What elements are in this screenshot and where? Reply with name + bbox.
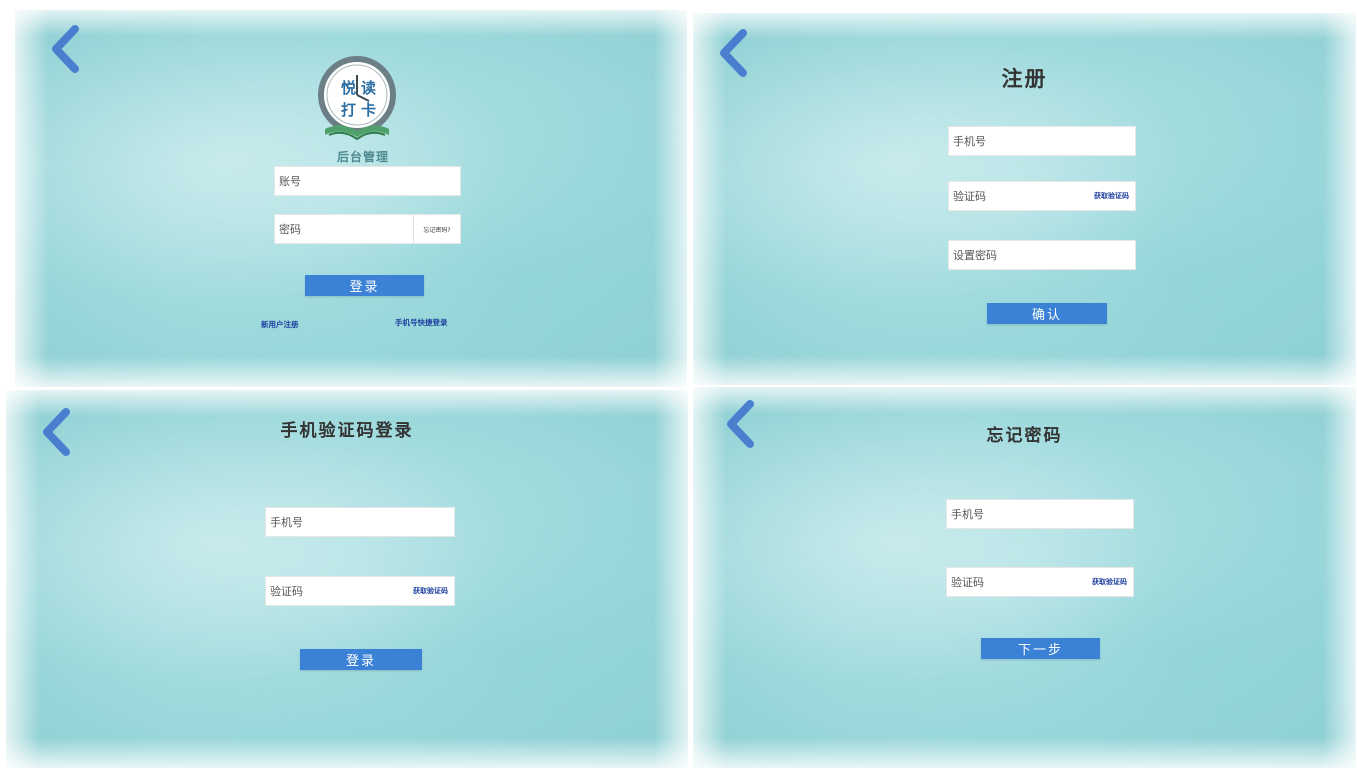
account-placeholder: 账号	[279, 175, 301, 188]
password-placeholder: 密码	[279, 223, 301, 236]
logo-char-2: 读	[361, 79, 376, 97]
forgot-password-panel: 忘记密码 手机号 验证码 获取验证码 下一步	[693, 387, 1356, 768]
password-placeholder: 设置密码	[953, 249, 997, 262]
sms-login-panel: 手机验证码登录 手机号 验证码 获取验证码 登录	[6, 390, 688, 768]
logo-clock-book-icon: 悦 读 打 卡	[318, 56, 396, 141]
phone-placeholder: 手机号	[953, 135, 986, 148]
phone-login-link[interactable]: 手机号快捷登录	[395, 317, 448, 328]
get-code-button[interactable]: 获取验证码	[413, 586, 448, 596]
password-input[interactable]: 设置密码	[948, 240, 1136, 270]
logo-subtitle: 后台管理	[337, 150, 390, 164]
code-placeholder: 验证码	[953, 190, 986, 203]
logo-char-3: 打	[341, 101, 356, 119]
page-title: 手机验证码登录	[280, 421, 414, 441]
code-input[interactable]: 验证码 获取验证码	[265, 576, 455, 606]
code-placeholder: 验证码	[270, 585, 303, 598]
code-placeholder: 验证码	[951, 576, 984, 589]
phone-input[interactable]: 手机号	[946, 499, 1134, 529]
code-input[interactable]: 验证码 获取验证码	[948, 181, 1136, 211]
login-button[interactable]: 登录	[300, 649, 422, 670]
password-input[interactable]: 密码 忘记密码?	[274, 214, 461, 244]
register-link[interactable]: 新用户注册	[261, 319, 299, 330]
next-button[interactable]: 下一步	[981, 638, 1100, 659]
get-code-button[interactable]: 获取验证码	[1092, 577, 1127, 587]
page-title: 注册	[1001, 67, 1048, 91]
phone-input[interactable]: 手机号	[265, 507, 455, 537]
back-arrow-icon[interactable]	[48, 24, 82, 74]
login-panel: 悦 读 打 卡 后台管理 账号 密码 忘记密码? 登录 新用户注册 手机号快捷登…	[15, 10, 687, 387]
account-input[interactable]: 账号	[274, 166, 461, 196]
phone-input[interactable]: 手机号	[948, 126, 1136, 156]
get-code-button[interactable]: 获取验证码	[1094, 191, 1129, 201]
register-panel: 注册 手机号 验证码 获取验证码 设置密码 确认	[693, 13, 1356, 385]
code-input[interactable]: 验证码 获取验证码	[946, 567, 1134, 597]
page-title: 忘记密码	[986, 426, 1063, 446]
confirm-button[interactable]: 确认	[987, 303, 1107, 324]
forgot-password-link[interactable]: 忘记密码?	[413, 215, 460, 243]
logo-char-4: 卡	[361, 101, 376, 119]
phone-placeholder: 手机号	[270, 516, 303, 529]
logo-char-1: 悦	[341, 79, 356, 97]
login-button[interactable]: 登录	[305, 275, 424, 296]
phone-placeholder: 手机号	[951, 508, 984, 521]
